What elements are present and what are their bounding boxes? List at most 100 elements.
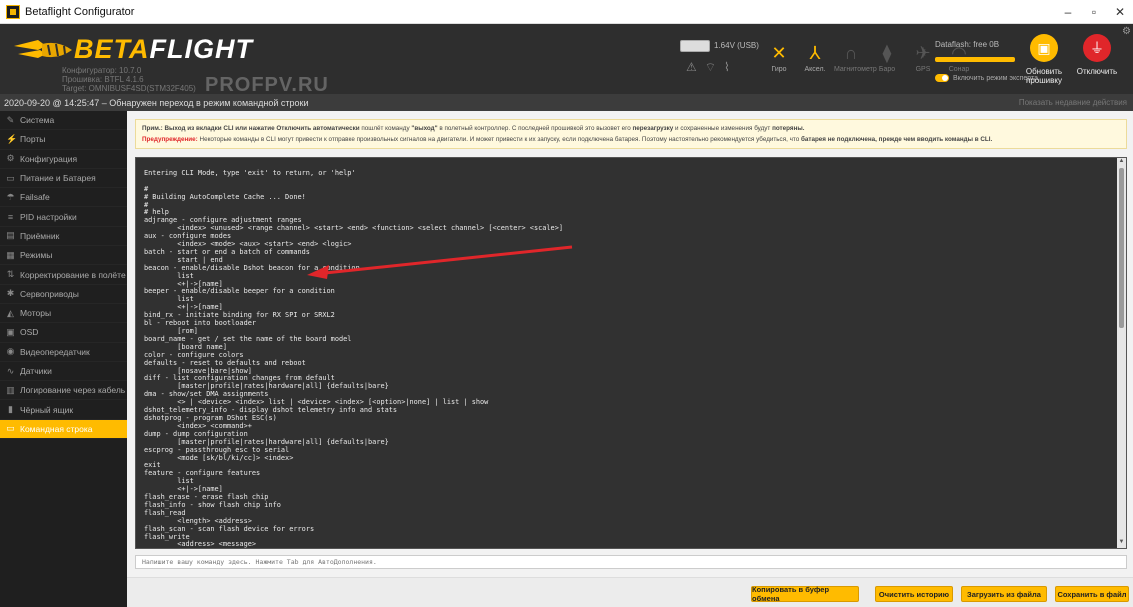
sidebar-item-5[interactable]: ≡ PID настройки xyxy=(0,207,127,227)
sidebar-item-label: Порты xyxy=(20,134,46,145)
sidebar-item-label: Командная строка xyxy=(20,423,93,434)
sidebar-nav: ✎ Система ⚡ Порты ⚙ Конфигурация ▭ Питание и Ба… xyxy=(0,111,127,607)
terminal-line: batch - start or end a batch of commands xyxy=(144,247,310,256)
sidebar-item-label: Корректирование в полёте xyxy=(20,269,126,280)
terminal-line: list xyxy=(144,295,194,304)
settings-gear-icon[interactable]: ⚙ xyxy=(1122,26,1131,37)
adjust-icon: ⇅ xyxy=(6,269,15,280)
clear-history-button[interactable]: Очистить историю xyxy=(875,586,953,602)
dataflash-label: Dataflash: free 0B xyxy=(935,40,1000,49)
warning-icon: ⚠ xyxy=(686,60,705,74)
sidebar-item-2[interactable]: ⚙ Конфигурация xyxy=(0,150,127,169)
battery-voltage: 1.64V (USB) xyxy=(714,41,759,50)
terminal-line: exit xyxy=(144,461,161,470)
cli-warning-note: Прим.: Выход из вкладки CLI или нажатие … xyxy=(135,119,1127,149)
sidebar-item-15[interactable]: ▮ Чёрный ящик xyxy=(0,400,127,420)
accel-sensor: ⅄ Аксел. xyxy=(798,40,832,82)
sidebar-item-11[interactable]: ▣ OSD xyxy=(0,323,127,343)
receiver-icon: ▤ xyxy=(6,230,15,241)
sidebar-item-label: OSD xyxy=(20,327,39,338)
battery-icon xyxy=(680,40,710,52)
scroll-thumb[interactable] xyxy=(1119,168,1124,328)
sidebar-item-10[interactable]: ◭ Моторы xyxy=(0,304,127,324)
app-icon xyxy=(6,4,20,19)
log-icon: ▥ xyxy=(6,384,15,395)
close-button[interactable]: ✕ xyxy=(1107,5,1133,19)
gear-icon: ⚙ xyxy=(6,153,15,164)
sidebar-item-label: Failsafe xyxy=(20,192,50,203)
chip-icon: ▣ xyxy=(1030,34,1058,62)
minimize-button[interactable]: – xyxy=(1055,5,1081,19)
load-from-file-button[interactable]: Загрузить из файла xyxy=(961,586,1047,602)
note-text-1: пошлёт команду xyxy=(359,125,412,132)
terminal-line: Entering CLI Mode, type 'exit' to return… xyxy=(144,168,356,177)
terminal-line: <address> <message> xyxy=(144,540,257,549)
terminal-line: <index> <unused> <range channel> <start>… xyxy=(144,224,563,233)
sidebar-item-label: Моторы xyxy=(20,308,52,319)
cli-command-input[interactable] xyxy=(135,555,1127,569)
terminal-lines: Entering CLI Mode, type 'exit' to return… xyxy=(144,162,1104,549)
gps-label: GPS xyxy=(915,66,931,73)
gyro-sensor: ✕ Гиро xyxy=(762,40,796,82)
terminal-line: <mode [sk/bl/ki/cc]> <index> xyxy=(144,453,294,462)
baro-label: Баро xyxy=(878,66,896,73)
terminal-line: # Building AutoComplete Cache ... Done! xyxy=(144,192,306,201)
sidebar-item-14[interactable]: ▥ Логирование через кабель xyxy=(0,381,127,401)
terminal-line: bind_rx - initiate binding for RX SPI or… xyxy=(144,311,335,320)
sidebar-item-1[interactable]: ⚡ Порты xyxy=(0,130,127,150)
sidebar-item-label: Система xyxy=(20,115,55,126)
firmware-version: Прошивка: BTFL 4.1.6 xyxy=(62,75,144,84)
sidebar-item-label: Чёрный ящик xyxy=(20,404,74,415)
sidebar-item-7[interactable]: ▦ Режимы xyxy=(0,246,127,266)
vtx-icon: ◉ xyxy=(6,346,15,357)
sidebar-item-13[interactable]: ∿ Датчики xyxy=(0,362,127,382)
scroll-up-arrow-icon[interactable]: ▲ xyxy=(1117,158,1126,167)
terminal-line: dshotprog - program DShot ESC(s) xyxy=(144,413,277,422)
mag-sensor: ∩ Магнитометр xyxy=(834,40,877,82)
sidebar-item-label: Сервоприводы xyxy=(20,288,79,299)
sidebar-item-3[interactable]: ▭ Питание и Батарея xyxy=(0,169,127,189)
sidebar-item-9[interactable]: ✱ Сервоприводы xyxy=(0,285,127,304)
note-line-1: Прим.: Выход из вкладки CLI или нажатие … xyxy=(142,123,1120,134)
sidebar-item-12[interactable]: ◉ Видеопередатчик xyxy=(0,343,127,362)
sidebar-item-4[interactable]: ☂ Failsafe xyxy=(0,188,127,208)
sidebar-item-label: Датчики xyxy=(20,366,52,376)
baro-sensor: ⧫ Баро xyxy=(870,40,904,82)
gyro-label: Гиро xyxy=(771,66,787,73)
link-icon: ⌇ xyxy=(724,60,738,74)
sidebar-item-16[interactable]: ▭ Командная строка xyxy=(0,419,127,440)
note-line-2: Предупреждение: Некоторые команды в CLI … xyxy=(142,134,1120,145)
terminal-scrollbar[interactable]: ▲ ▼ xyxy=(1117,158,1126,548)
sidebar-item-label: Приёмник xyxy=(20,230,60,241)
update-firmware-button[interactable]: ▣ Обновить прошивку xyxy=(1020,34,1068,85)
terminal-line: beacon - enable/disable Dshot beacon for… xyxy=(144,263,360,272)
maximize-button[interactable]: ▫ xyxy=(1081,5,1107,19)
copy-to-clipboard-button[interactable]: Копировать в буфер обмена xyxy=(751,585,859,603)
sidebar-item-6[interactable]: ▤ Приёмник xyxy=(0,227,127,247)
cli-terminal-output[interactable]: Entering CLI Mode, type 'exit' to return… xyxy=(135,157,1127,549)
scroll-down-arrow-icon[interactable]: ▼ xyxy=(1117,539,1126,548)
warning-text: Некоторые команды в CLI могут привести к… xyxy=(197,136,801,143)
accel-icon: ⅄ xyxy=(809,43,821,63)
show-recent-actions-link[interactable]: Показать недавние действия xyxy=(1019,98,1127,107)
modes-icon: ▦ xyxy=(6,249,15,260)
battery-status: 1.64V (USB) ⚠⌔⌇ xyxy=(680,40,759,84)
save-to-file-button[interactable]: Сохранить в файл xyxy=(1055,586,1129,602)
note-text-2: в полетный контроллер. С последней проши… xyxy=(437,125,633,132)
terminal-line: # xyxy=(144,200,149,209)
disconnect-button[interactable]: ⏚ Отключить xyxy=(1073,34,1121,76)
gyro-icon: ✕ xyxy=(771,43,787,63)
battery-icon: ▭ xyxy=(6,172,15,183)
sidebar-item-label: Видеопередатчик xyxy=(20,346,90,357)
sidebar-item-8[interactable]: ⇅ Корректирование в полёте xyxy=(0,265,127,285)
terminal-line: flash_info - show flash chip info xyxy=(144,500,281,509)
terminal-line: flash_erase - erase flash chip xyxy=(144,493,269,502)
toggle-switch[interactable] xyxy=(935,74,949,82)
rx-signal-icon: ⌔ xyxy=(704,60,725,74)
warning-bold: батарея не подключена, прежде чем вводит… xyxy=(800,136,993,143)
note-bold-reboot: перезагрузку xyxy=(632,125,674,132)
sidebar-item-0[interactable]: ✎ Система xyxy=(0,111,127,131)
sliders-icon: ≡ xyxy=(7,211,14,222)
sidebar-item-label: Питание и Батарея xyxy=(20,173,96,184)
